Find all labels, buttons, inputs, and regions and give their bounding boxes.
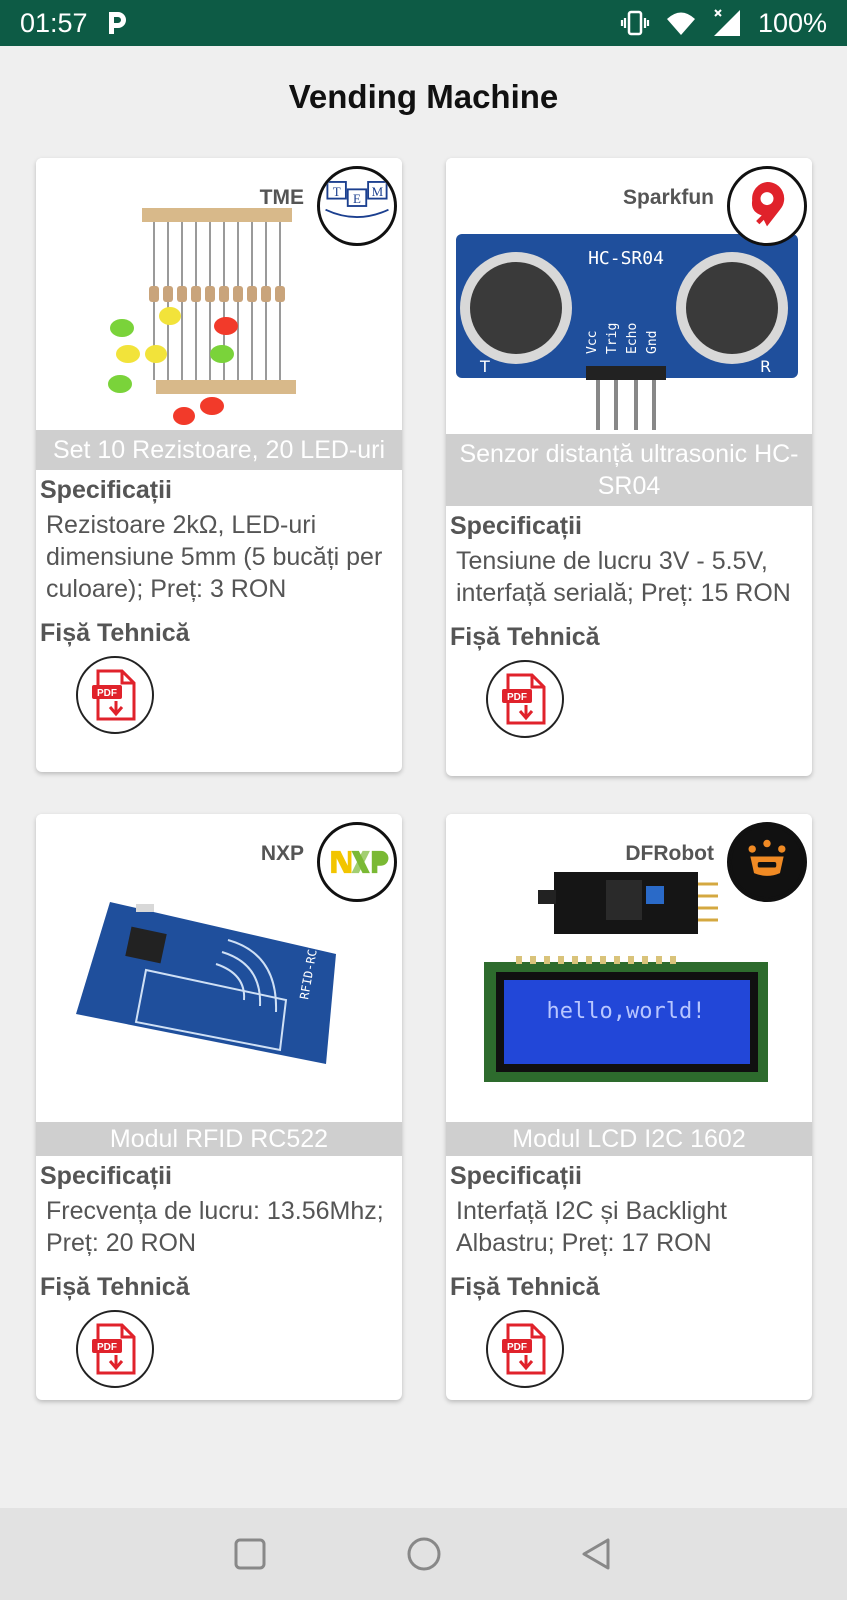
svg-text:PDF: PDF <box>507 1342 527 1353</box>
brand-name: DFRobot <box>625 842 714 865</box>
product-image: HC-SR04 Vcc Trig Echo Gnd T R Sparkfun <box>446 158 812 434</box>
product-image: RFID-RC522 NXP <box>36 814 402 1122</box>
brand-name: TME <box>259 186 304 209</box>
specs-text: Interfață I2C și Backlight Albastru; Pre… <box>456 1197 727 1257</box>
product-card[interactable]: RFID-RC522 NXP Modul RFID RC522 Specific… <box>36 814 402 1400</box>
datasheet-label: Fișă Tehnică <box>450 1273 600 1301</box>
pdf-download-icon: PDF <box>502 1323 546 1375</box>
datasheet-label: Fișă Tehnică <box>40 1273 190 1301</box>
signal-icon <box>713 9 740 36</box>
wifi-icon <box>666 12 695 35</box>
svg-text:Vcc: Vcc <box>585 331 600 354</box>
product-name: Set 10 Rezistoare, 20 LED-uri <box>36 430 402 470</box>
svg-text:T: T <box>479 357 490 376</box>
svg-text:M: M <box>372 184 384 199</box>
specs-label: Specificații <box>40 1162 172 1190</box>
status-time: 01:57 <box>20 7 88 38</box>
pdf-download-button[interactable]: PDF <box>76 1310 154 1388</box>
dfrobot-logo-icon <box>727 822 807 902</box>
lcd-screen-text: hello,world! <box>547 999 706 1024</box>
brand-name: NXP <box>260 842 304 865</box>
sparkfun-logo-icon <box>727 166 807 246</box>
datasheet-label: Fișă Tehnică <box>40 619 190 647</box>
svg-text:Gnd: Gnd <box>645 331 660 354</box>
svg-text:Trig: Trig <box>605 323 620 354</box>
specs-label: Specificații <box>450 1162 582 1190</box>
recent-apps-button[interactable] <box>230 1534 270 1574</box>
home-button[interactable] <box>404 1534 444 1574</box>
specs-label: Specificații <box>40 476 172 504</box>
pdf-download-button[interactable]: PDF <box>486 1310 564 1388</box>
specs-text: Tensiune de lucru 3V - 5.5V, interfață s… <box>456 547 791 607</box>
svg-text:T: T <box>333 184 341 199</box>
status-bar: 01:57 100% <box>0 0 847 46</box>
product-name: Senzor distanță ultrasonic HC-SR04 <box>446 434 812 506</box>
pdf-download-icon: PDF <box>92 669 136 721</box>
tme-logo-icon: T E M <box>317 166 397 246</box>
back-button[interactable] <box>576 1534 616 1574</box>
svg-text:PDF: PDF <box>97 688 117 699</box>
svg-text:R: R <box>760 357 771 376</box>
product-name: Modul LCD I2C 1602 <box>446 1122 812 1156</box>
svg-text:PDF: PDF <box>507 692 527 703</box>
datasheet-label: Fișă Tehnică <box>450 623 600 651</box>
product-image: hello,world! DFRobot <box>446 814 812 1122</box>
pdf-download-button[interactable]: PDF <box>76 656 154 734</box>
svg-text:Echo: Echo <box>625 323 640 354</box>
product-card[interactable]: HC-SR04 Vcc Trig Echo Gnd T R Sparkfun S… <box>446 158 812 776</box>
nxp-logo-icon <box>317 822 397 902</box>
specs-text: Rezistoare 2kΩ, LED-uri dimensiune 5mm (… <box>46 511 383 603</box>
pdf-download-button[interactable]: PDF <box>486 660 564 738</box>
product-card[interactable]: TME T E M Set 10 Rezistoare, 20 LED-uri … <box>36 158 402 772</box>
parking-app-icon <box>108 12 126 34</box>
battery-percent: 100% <box>757 7 827 38</box>
specs-label: Specificații <box>450 512 582 540</box>
product-card[interactable]: hello,world! DFRobot Modul LCD I2C 1602 <box>446 814 812 1400</box>
brand-name: Sparkfun <box>622 186 714 209</box>
specs-text: Frecvența de lucru: 13.56Mhz; Preț: 20 R… <box>46 1197 384 1257</box>
page-title: Vending Machine <box>288 78 559 115</box>
pdf-download-icon: PDF <box>92 1323 136 1375</box>
svg-text:PDF: PDF <box>97 1342 117 1353</box>
vibrate-icon <box>620 10 650 36</box>
sensor-label: HC-SR04 <box>588 248 664 269</box>
product-name: Modul RFID RC522 <box>36 1122 402 1156</box>
navigation-bar <box>0 1508 847 1600</box>
product-image: TME T E M <box>36 158 402 430</box>
pdf-download-icon: PDF <box>502 673 546 725</box>
svg-text:E: E <box>353 191 361 206</box>
